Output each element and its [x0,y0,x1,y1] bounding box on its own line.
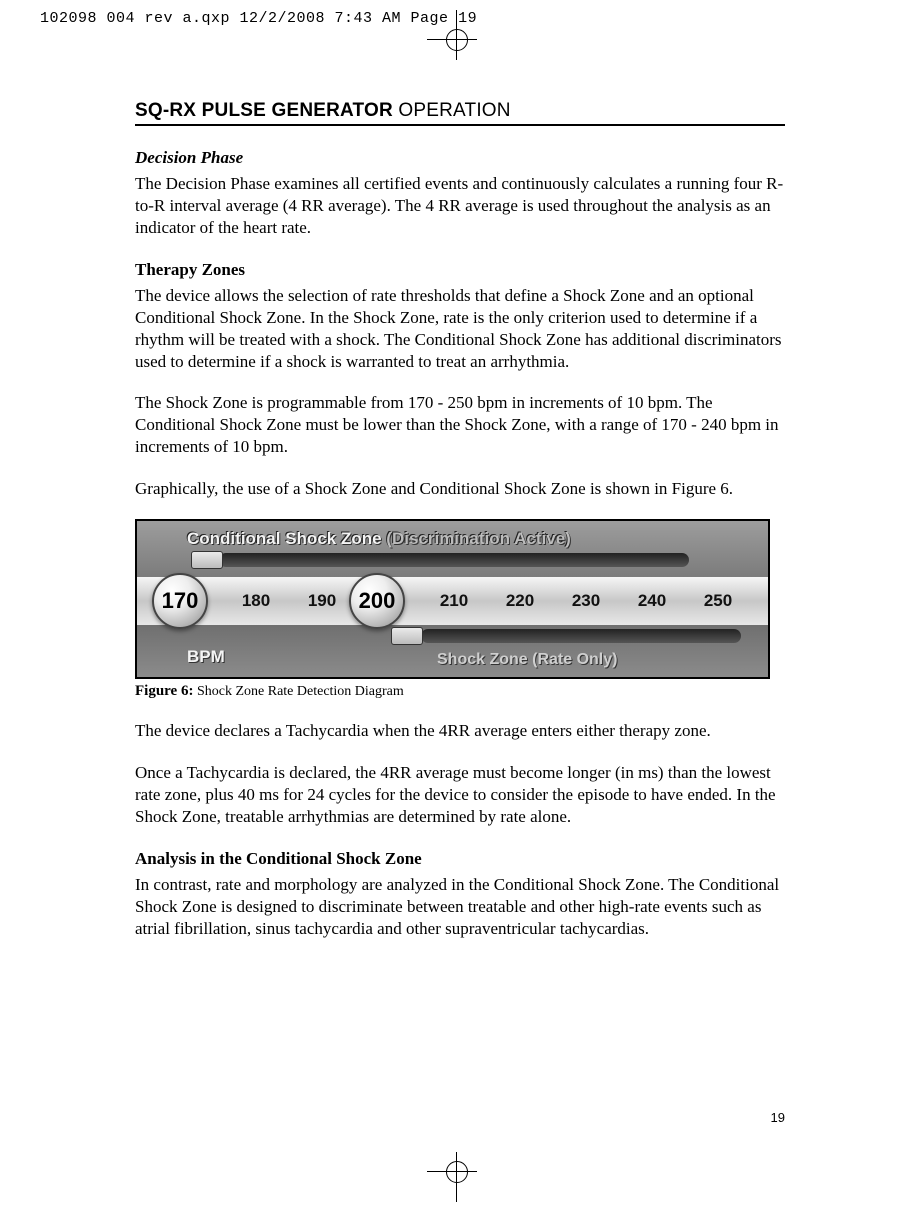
figure-caption: Figure 6: Shock Zone Rate Detection Diag… [135,683,785,700]
conditional-slider-track [219,553,689,567]
header-bold: SQ-RX PULSE GENERATOR [135,100,393,121]
discrimination-text: (Discrimination Active) [382,529,571,548]
conditional-zone-text: Conditional Shock Zone [187,529,382,548]
decision-phase-body: The Decision Phase examines all certifie… [135,173,785,238]
print-slug: 102098 004 rev a.qxp 12/2/2008 7:43 AM P… [40,10,477,27]
tick-230: 230 [553,591,619,611]
conditional-knob[interactable]: 170 [152,573,208,629]
bpm-label: BPM [187,647,225,667]
tick-210: 210 [421,591,487,611]
tick-180: 180 [223,591,289,611]
section-header: SQ-RX PULSE GENERATOR OPERATION [135,100,785,126]
conditional-zone-label: Conditional Shock Zone (Discrimination A… [187,529,571,549]
after-fig-p1: The device declares a Tachycardia when t… [135,720,785,742]
therapy-zones-p1: The device allows the selection of rate … [135,285,785,372]
therapy-zones-title: Therapy Zones [135,260,785,280]
page-content: SQ-RX PULSE GENERATOR OPERATION Decision… [135,100,785,960]
tick-190: 190 [289,591,355,611]
figure-caption-bold: Figure 6: [135,683,193,699]
page-number: 19 [771,1110,785,1125]
figure-6: Conditional Shock Zone (Discrimination A… [135,519,770,679]
bpm-scale: 170 180 190 200 210 220 230 240 250 [137,577,768,625]
tick-250: 250 [685,591,751,611]
shock-slider-track [421,629,741,643]
tick-240: 240 [619,591,685,611]
shock-knob[interactable]: 200 [349,573,405,629]
analysis-p1: In contrast, rate and morphology are ana… [135,874,785,939]
header-light: OPERATION [393,100,511,121]
shock-zone-label: Shock Zone (Rate Only) [437,651,617,669]
crop-mark-bottom-icon [437,1152,477,1192]
tick-220: 220 [487,591,553,611]
crop-mark-top-icon [437,20,477,60]
figure-caption-text: Shock Zone Rate Detection Diagram [193,684,403,699]
therapy-zones-p3: Graphically, the use of a Shock Zone and… [135,478,785,500]
after-fig-p2: Once a Tachycardia is declared, the 4RR … [135,762,785,827]
decision-phase-title: Decision Phase [135,148,785,168]
analysis-title: Analysis in the Conditional Shock Zone [135,849,785,869]
therapy-zones-p2: The Shock Zone is programmable from 170 … [135,392,785,457]
